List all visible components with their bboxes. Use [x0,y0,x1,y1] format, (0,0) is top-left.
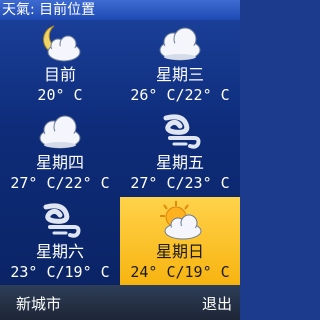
sun-cloud-icon [160,201,202,240]
temperature-label: 20° C [37,86,83,104]
day-label: 星期五 [155,153,204,172]
temperature-label: 23° C/19° C [10,263,110,281]
temperature-label: 27° C/22° C [10,174,110,192]
cloud-icon [159,27,201,61]
cloud-icon [39,115,81,149]
day-label: 星期四 [35,153,84,172]
forecast-cell-sun[interactable]: 星期日 24° C/19° C [120,197,240,285]
moon-cloud-icon [43,25,81,62]
softkey-bar: 新城市 退出 [0,285,240,320]
day-label: 星期日 [155,242,204,261]
wind-icon [43,203,81,238]
title-bar: 天氣: 目前位置 [0,0,240,20]
day-label: 星期三 [155,65,204,84]
day-label: 星期六 [35,242,84,261]
forecast-cell-sat[interactable]: 星期六 23° C/19° C [0,197,120,285]
wind-icon [163,114,201,149]
temperature-label: 27° C/23° C [130,174,230,192]
temperature-label: 26° C/22° C [130,86,230,104]
forecast-cell-thu[interactable]: 星期四 27° C/22° C [0,108,120,196]
day-label: 目前 [43,65,76,84]
forecast-cell-fri[interactable]: 星期五 27° C/23° C [120,108,240,196]
forecast-cell-current[interactable]: 目前 20° C [0,20,120,108]
temperature-label: 24° C/19° C [130,263,230,281]
forecast-cell-wed[interactable]: 星期三 26° C/22° C [120,20,240,108]
new-city-softkey[interactable]: 新城市 [16,293,61,314]
exit-softkey[interactable]: 退出 [202,293,232,314]
forecast-grid: 目前 20° C 星期三 26° C/22° C 星期四 27° C/22° C [0,20,240,285]
page-title: 天氣: 目前位置 [2,2,96,18]
